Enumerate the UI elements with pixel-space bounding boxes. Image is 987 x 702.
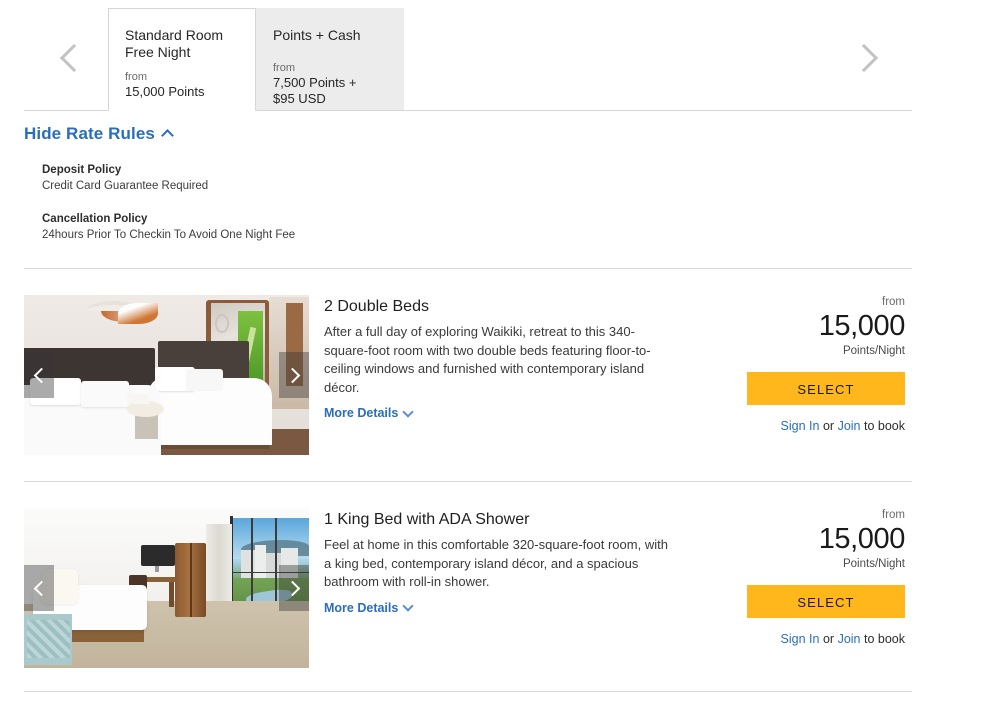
rate-type-carousel: Standard Room Free Night from 15,000 Poi… bbox=[24, 8, 912, 111]
policies-list: Deposit Policy Credit Card Guarantee Req… bbox=[24, 163, 912, 243]
chevron-left-icon bbox=[33, 367, 49, 383]
to-book-label: to book bbox=[863, 419, 905, 433]
sign-in-link[interactable]: Sign In bbox=[781, 632, 820, 646]
room-photo-next-button[interactable] bbox=[279, 565, 309, 611]
rate-carousel-prev-button[interactable] bbox=[48, 28, 94, 88]
room-selection-page: Standard Room Free Night from 15,000 Poi… bbox=[0, 0, 987, 702]
chevron-up-icon bbox=[161, 129, 174, 142]
or-label: or bbox=[822, 632, 835, 646]
room-info: 1 King Bed with ADA Shower Feel at home … bbox=[324, 510, 669, 617]
more-details-toggle[interactable]: More Details bbox=[324, 600, 415, 615]
policy-text: Credit Card Guarantee Required bbox=[42, 180, 209, 192]
rate-tab-price: 7,500 Points + $95 USD bbox=[273, 75, 389, 107]
rate-tab-from-label: from bbox=[125, 71, 147, 83]
price-amount: 15,000 bbox=[818, 523, 906, 555]
join-link[interactable]: Join bbox=[838, 632, 861, 646]
room-info: 2 Double Beds After a full day of explor… bbox=[324, 297, 669, 422]
room-title: 1 King Bed with ADA Shower bbox=[324, 511, 530, 528]
chevron-right-icon bbox=[284, 367, 300, 383]
room-row: 2 Double Beds After a full day of explor… bbox=[24, 295, 912, 467]
rate-tab-price: 15,000 Points bbox=[125, 84, 205, 99]
rate-tab-standard-room-free-night[interactable]: Standard Room Free Night from 15,000 Poi… bbox=[108, 8, 256, 111]
join-link[interactable]: Join bbox=[838, 419, 861, 433]
sign-in-prompt: Sign In or Join to book bbox=[655, 631, 905, 647]
rate-tab-price-line1: 7,500 Points + bbox=[273, 75, 357, 90]
rate-tab-title: Points + Cash bbox=[273, 27, 361, 43]
hide-rate-rules-label: Hide Rate Rules bbox=[24, 124, 155, 143]
chevron-right-icon bbox=[284, 580, 300, 596]
room-photo-prev-button[interactable] bbox=[24, 352, 54, 398]
rate-rules-section: Hide Rate Rules Deposit Policy Credit Ca… bbox=[24, 124, 912, 243]
policy-text: 24hours Prior To Checkin To Avoid One Ni… bbox=[42, 229, 296, 241]
more-details-toggle[interactable]: More Details bbox=[324, 405, 415, 420]
hide-rate-rules-toggle[interactable]: Hide Rate Rules bbox=[24, 124, 174, 144]
rate-tab-title-line1: Standard Room bbox=[125, 27, 224, 43]
room-title: 2 Double Beds bbox=[324, 298, 429, 315]
rate-tab-from-label: from bbox=[273, 62, 295, 74]
room-photo-two-double-beds[interactable] bbox=[24, 295, 309, 455]
rate-tab-points-plus-cash[interactable]: Points + Cash from 7,500 Points + $95 US… bbox=[256, 8, 404, 111]
price-amount: 15,000 bbox=[818, 310, 906, 342]
section-divider bbox=[24, 691, 912, 692]
room-photo-prev-button[interactable] bbox=[24, 565, 54, 611]
or-label: or bbox=[822, 419, 835, 433]
price-unit-label: Points/Night bbox=[842, 345, 905, 357]
rate-carousel-next-button[interactable] bbox=[844, 28, 890, 88]
rate-tab-title-line2: Free Night bbox=[125, 44, 191, 60]
room-description: After a full day of exploring Waikiki, r… bbox=[324, 324, 651, 395]
chevron-right-icon bbox=[849, 43, 879, 73]
chevron-left-icon bbox=[33, 580, 49, 596]
sign-in-link[interactable]: Sign In bbox=[781, 419, 820, 433]
policy-title: Cancellation Policy bbox=[42, 213, 148, 225]
policy-cancellation: Cancellation Policy 24hours Prior To Che… bbox=[42, 212, 912, 243]
room-description: Feel at home in this comfortable 320-squ… bbox=[324, 537, 668, 589]
price-from-label: from bbox=[882, 509, 905, 521]
room-photo-next-button[interactable] bbox=[279, 352, 309, 398]
chevron-down-icon bbox=[402, 600, 415, 612]
rate-tab-price-line2: $95 USD bbox=[273, 91, 326, 106]
to-book-label: to book bbox=[863, 632, 905, 646]
rate-tab-title: Standard Room Free Night bbox=[125, 27, 241, 61]
room-photo-image bbox=[24, 508, 309, 668]
chevron-left-icon bbox=[59, 43, 89, 73]
more-details-label: More Details bbox=[324, 406, 399, 420]
room-price-block: from 15,000 Points/Night SELECT Sign In … bbox=[655, 508, 905, 647]
price-unit-label: Points/Night bbox=[842, 558, 905, 570]
room-price-block: from 15,000 Points/Night SELECT Sign In … bbox=[655, 295, 905, 434]
room-photo-image bbox=[24, 295, 309, 455]
policy-deposit: Deposit Policy Credit Card Guarantee Req… bbox=[42, 163, 912, 194]
rate-tabs: Standard Room Free Night from 15,000 Poi… bbox=[108, 8, 404, 111]
room-row: 1 King Bed with ADA Shower Feel at home … bbox=[24, 508, 912, 680]
more-details-label: More Details bbox=[324, 600, 399, 615]
price-from-label: from bbox=[882, 296, 905, 308]
section-divider bbox=[24, 481, 912, 482]
room-photo-king-bed-ada-shower[interactable] bbox=[24, 508, 309, 668]
select-room-button[interactable]: SELECT bbox=[747, 585, 905, 618]
select-room-button[interactable]: SELECT bbox=[747, 372, 905, 405]
chevron-down-icon bbox=[402, 405, 415, 418]
section-divider bbox=[24, 268, 912, 269]
policy-title: Deposit Policy bbox=[42, 164, 122, 176]
sign-in-prompt: Sign In or Join to book bbox=[655, 418, 905, 434]
